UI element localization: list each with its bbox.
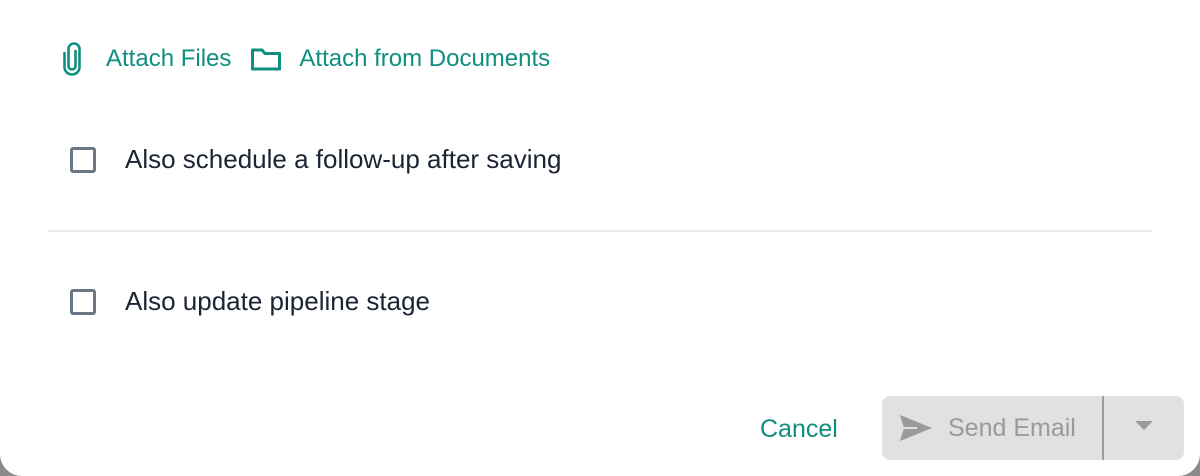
folder-icon [249, 46, 283, 72]
caret-down-icon [1134, 419, 1154, 437]
paper-plane-icon [899, 414, 933, 442]
paperclip-icon [56, 42, 88, 76]
follow-up-option[interactable]: Also schedule a follow-up after saving [70, 144, 561, 175]
follow-up-checkbox[interactable] [70, 146, 96, 173]
send-email-button[interactable]: Send Email [882, 396, 1102, 460]
send-options-dropdown[interactable] [1104, 396, 1184, 460]
attach-documents-label: Attach from Documents [299, 45, 551, 72]
pipeline-stage-option[interactable]: Also update pipeline stage [70, 286, 430, 317]
send-email-label: Send Email [948, 413, 1076, 442]
email-dialog: Attach Files Attach from Documents Also … [0, 0, 1200, 476]
section-divider [48, 230, 1152, 232]
attachment-toolbar: Attach Files Attach from Documents [56, 38, 550, 80]
pipeline-stage-label: Also update pipeline stage [125, 286, 431, 316]
follow-up-label: Also schedule a follow-up after saving [125, 144, 562, 174]
cancel-button[interactable]: Cancel [760, 410, 838, 448]
send-email-split-button: Send Email [882, 396, 1184, 460]
attach-files-label: Attach Files [106, 45, 232, 72]
pipeline-stage-checkbox[interactable] [70, 288, 96, 315]
attach-files-link[interactable]: Attach Files [56, 42, 231, 76]
attach-from-documents-link[interactable]: Attach from Documents [231, 45, 550, 73]
